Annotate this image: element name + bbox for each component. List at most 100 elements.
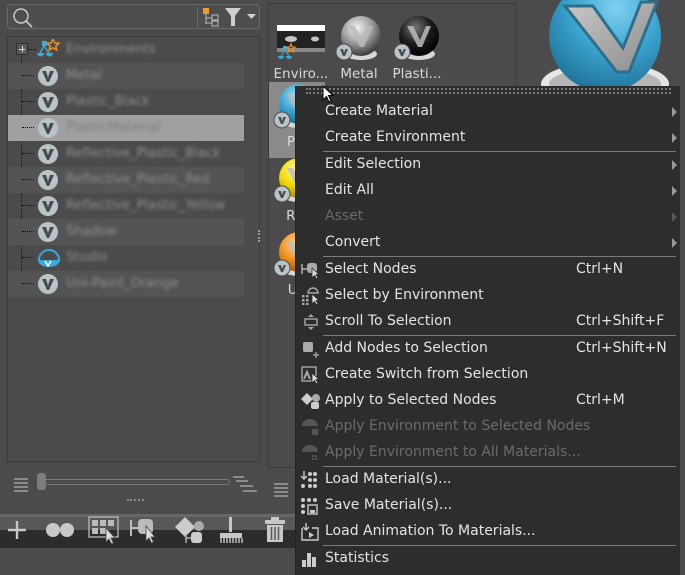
tree-view-toggle-icon[interactable] (202, 7, 222, 31)
environment-preview-image (277, 14, 325, 62)
add-nodes-icon (300, 340, 320, 358)
apply-environment-icon (300, 418, 320, 436)
select-grid-icon (88, 516, 120, 544)
menu-item-edit-selection[interactable]: Edit Selection (296, 152, 681, 178)
submenu-arrow-icon (672, 133, 677, 143)
tree-connector (22, 127, 34, 128)
slider-track[interactable] (41, 479, 230, 485)
search-icon (12, 7, 34, 33)
submenu-arrow-icon (672, 212, 677, 222)
apply-button[interactable] (173, 514, 207, 546)
apply-environment-all-icon (300, 444, 320, 462)
material-thumbnail[interactable]: Plasti... (389, 14, 445, 90)
thumbnail-label: Plasti... (392, 66, 442, 82)
menu-item-save-material-s[interactable]: Save Material(s)... (296, 493, 681, 519)
menu-item-label: Select Nodes (325, 261, 417, 277)
submenu-arrow-icon (672, 107, 677, 117)
material-thumbnail[interactable]: Metal (331, 14, 387, 90)
menu-item-select-nodes[interactable]: Select Nodes Ctrl+N (296, 257, 681, 283)
list-view-large-icon[interactable] (232, 476, 258, 496)
slider-handle[interactable] (37, 473, 46, 490)
menu-item-label: Apply to Selected Nodes (325, 392, 497, 408)
menu-item-load-animation-to-materials[interactable]: Load Animation To Materials... (296, 519, 681, 545)
broom-button[interactable] (216, 514, 246, 546)
tree-row-environments[interactable]: Environments (8, 37, 244, 63)
environment-icon (37, 247, 61, 273)
thumbnail-label: Enviro... (273, 66, 329, 82)
tree-scrollbar[interactable] (251, 37, 259, 461)
select-nodes-icon (129, 516, 161, 544)
tree-row[interactable]: Plastic_Black (8, 89, 244, 115)
splitter-handle[interactable] (258, 230, 264, 242)
menu-item-select-by-environment[interactable]: Select by Environment (296, 283, 681, 309)
menu-item-create-material[interactable]: Create Material (296, 99, 681, 125)
menu-item-shortcut: Ctrl+N (576, 261, 624, 277)
environments-icon (37, 37, 61, 65)
thumbnail-size-slider[interactable] (37, 473, 230, 490)
menu-item-load-material-s[interactable]: Load Material(s)... (296, 467, 681, 493)
select-nodes-button[interactable] (128, 514, 162, 546)
expand-icon[interactable] (16, 43, 28, 55)
two-circles-button[interactable] (44, 514, 76, 546)
menu-item-scroll-to-selection[interactable]: Scroll To Selection Ctrl+Shift+F (296, 309, 681, 335)
submenu-arrow-icon (672, 186, 677, 196)
tree-connector (22, 283, 34, 284)
tree-row[interactable]: Metal (8, 63, 244, 89)
tree-row[interactable]: Reflective_Plastic_Black (8, 141, 244, 167)
add-icon (6, 519, 28, 541)
tree-item-label: Uni-Paint_Orange (66, 276, 179, 291)
material-sphere-image (393, 14, 441, 62)
menu-item-apply-environment-to-selected-nodes: Apply Environment to Selected Nodes (296, 414, 681, 440)
scroll-to-selection-icon (300, 313, 320, 331)
menu-item-statistics[interactable]: Statistics (296, 546, 681, 572)
tree-connector (22, 231, 34, 232)
list-view-small-icon[interactable] (13, 477, 29, 496)
tree-item-label: Reflective_Plastic_Red (66, 172, 210, 187)
menu-item-label: Select by Environment (325, 287, 484, 303)
menu-item-add-nodes-to-selection[interactable]: Add Nodes to Selection Ctrl+Shift+N (296, 336, 681, 362)
filter-dropdown-icon[interactable] (224, 7, 258, 31)
tree-item-label: Shadow (66, 224, 118, 239)
menu-item-apply-environment-to-all-materials: Apply Environment to All Materials... (296, 440, 681, 466)
tree-row[interactable]: Shadow (8, 219, 244, 245)
menu-item-create-switch-from-selection[interactable]: Create Switch from Selection (296, 362, 681, 388)
menu-item-label: Create Material (325, 103, 433, 119)
tree-row[interactable]: Reflective_Plastic_Yellow (8, 193, 244, 219)
trash-button[interactable] (262, 514, 288, 546)
menu-item-label: Create Switch from Selection (325, 366, 529, 382)
menu-tearoff-handle[interactable] (306, 88, 671, 94)
material-thumbnail[interactable]: Enviro... (273, 14, 329, 90)
thumbnail-label: Metal (340, 66, 378, 82)
menu-item-label: Add Nodes to Selection (325, 340, 488, 356)
add-button[interactable] (4, 514, 30, 546)
tree-item-label: Reflective_Plastic_Yellow (66, 198, 226, 213)
menu-item-label: Edit Selection (325, 156, 422, 172)
search-input[interactable] (36, 8, 191, 26)
mouse-cursor-icon (322, 84, 335, 107)
list-view-icon[interactable] (273, 482, 289, 501)
select-grid-button[interactable] (87, 514, 121, 546)
material-icon (37, 195, 59, 221)
tree-row[interactable]: PlasticMaterial (8, 115, 244, 141)
tree-connector (22, 75, 34, 76)
tree-item-label: Plastic_Black (66, 94, 150, 109)
menu-item-convert[interactable]: Convert (296, 230, 681, 256)
material-icon (37, 91, 59, 117)
tree-row[interactable]: Studio (8, 245, 244, 271)
tree-connector (22, 205, 34, 206)
menu-item-label: Apply Environment to Selected Nodes (325, 418, 591, 434)
tree-row[interactable]: Reflective_Plastic_Red (8, 167, 244, 193)
search-field[interactable] (7, 4, 260, 29)
menu-item-edit-all[interactable]: Edit All (296, 178, 681, 204)
splitter-handle[interactable] (127, 499, 144, 501)
tree-row[interactable]: Uni-Paint_Orange (8, 271, 244, 297)
broom-icon (217, 516, 245, 544)
submenu-arrow-icon (672, 160, 677, 170)
apply-icon (174, 516, 206, 544)
material-tree: Environments Metal Plastic_Black PlasticMa… (7, 36, 260, 462)
menu-item-create-environment[interactable]: Create Environment (296, 125, 681, 151)
menu-item-asset: Asset (296, 204, 681, 230)
menu-item-apply-to-selected-nodes[interactable]: Apply to Selected Nodes Ctrl+M (296, 388, 681, 414)
material-icon (37, 65, 59, 91)
tree-connector (22, 101, 34, 102)
